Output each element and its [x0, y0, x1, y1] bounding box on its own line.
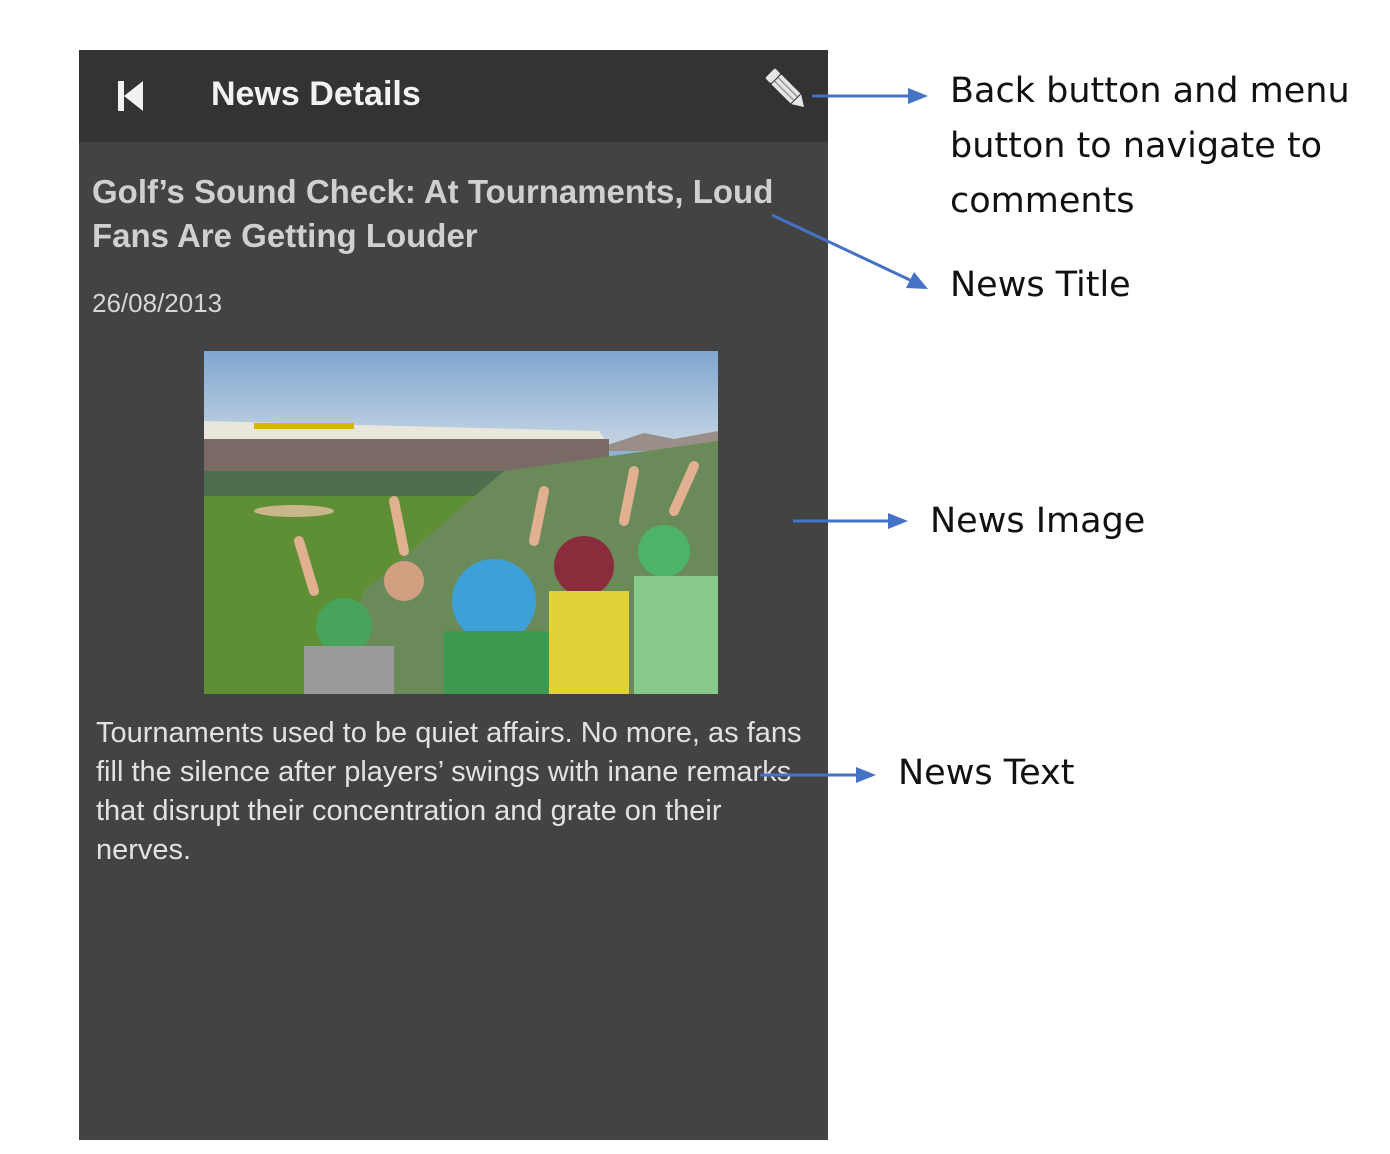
annotation-back-menu: Back button and menu button to navigate … [950, 71, 1350, 221]
page-title: News Details [211, 75, 421, 113]
app-bar: News Details [79, 50, 828, 142]
back-button[interactable] [107, 72, 155, 120]
phone-screen: News Details Golf’s Sound Check: At Tour… [79, 50, 828, 1140]
pencil-icon [765, 68, 804, 107]
news-title: Golf’s Sound Check: At Tournaments, Loud… [92, 173, 774, 254]
news-text: Tournaments used to be quiet affairs. No… [96, 717, 802, 866]
news-date: 26/08/2013 [92, 288, 223, 318]
annotation-news-image: News Image [930, 501, 1146, 541]
news-image [204, 351, 718, 694]
skip-previous-icon [118, 81, 143, 111]
annotation-news-title: News Title [950, 265, 1131, 305]
annotation-news-text: News Text [898, 753, 1075, 793]
comments-menu-button[interactable] [761, 64, 813, 116]
annotated-screenshot: News Details Golf’s Sound Check: At Tour… [0, 0, 1390, 1154]
